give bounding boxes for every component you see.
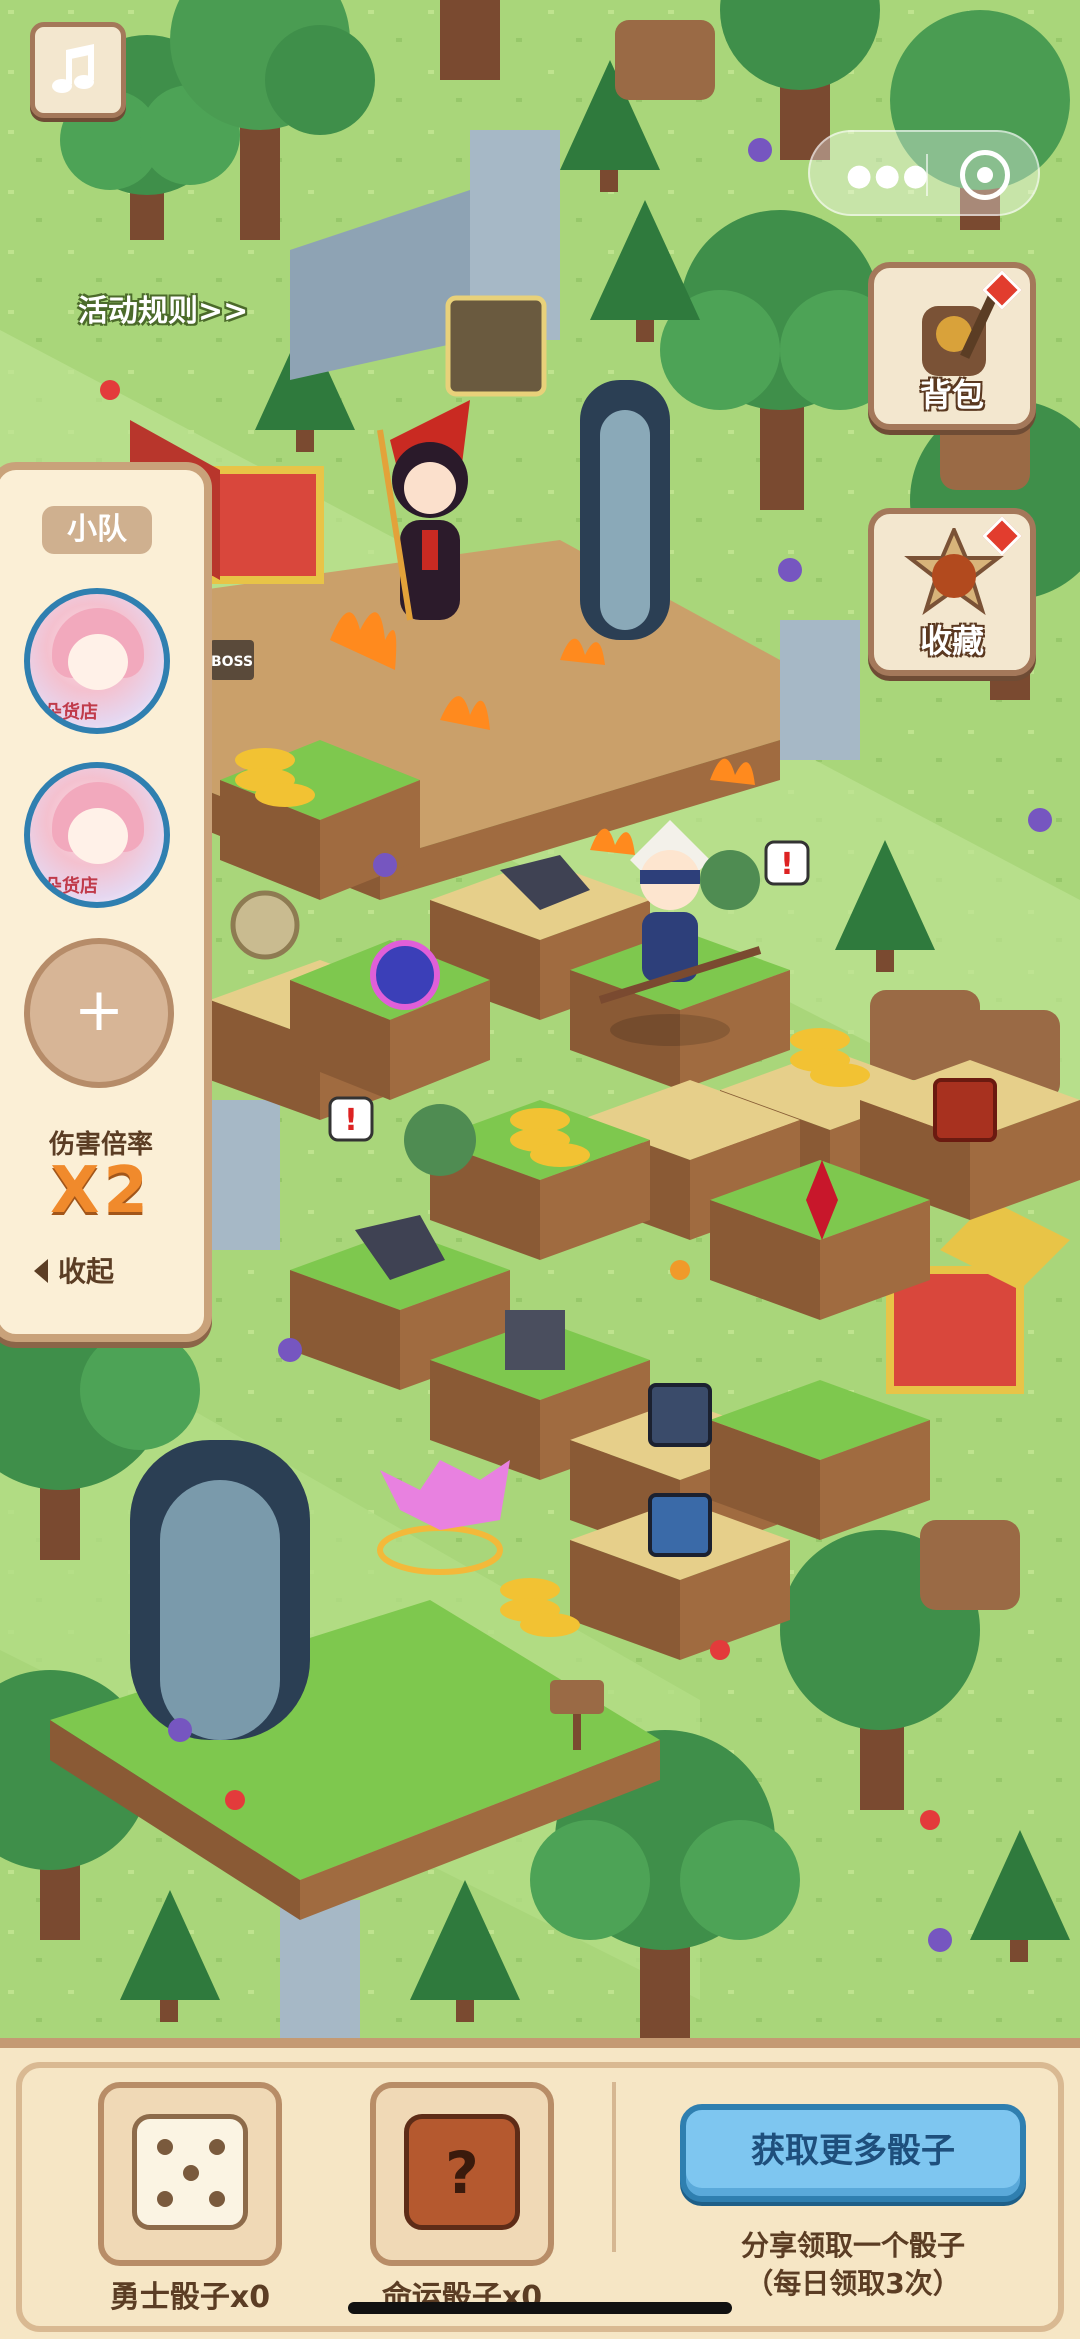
home-indicator[interactable] bbox=[348, 2302, 732, 2314]
collection-label: 收藏 bbox=[919, 622, 984, 660]
rune-coin-icon bbox=[230, 890, 300, 960]
boss-reward-card-icon bbox=[445, 295, 547, 397]
iron-ore-icon bbox=[505, 1310, 565, 1370]
get-more-dice-button[interactable]: 获取更多骰子 bbox=[680, 2104, 1026, 2202]
warrior-dice-slot[interactable] bbox=[98, 2082, 282, 2266]
team-panel: 小队 朵货店 朵货店 + 伤害倍率 X2 收起 bbox=[0, 462, 212, 1342]
collapse-label: 收起 bbox=[58, 1255, 115, 1288]
item-card-icon bbox=[648, 1383, 712, 1447]
collapse-arrow-icon bbox=[34, 1259, 48, 1283]
skill-card-icon bbox=[933, 1078, 997, 1142]
svg-text:!: ! bbox=[780, 847, 794, 882]
fate-dice-slot[interactable]: ? bbox=[370, 2082, 554, 2266]
music-toggle-button[interactable] bbox=[30, 22, 126, 118]
team-member-avatar[interactable]: 朵货店 bbox=[24, 588, 170, 734]
fate-dice-icon: ? bbox=[404, 2114, 520, 2230]
avatar-tag: 朵货店 bbox=[44, 702, 98, 723]
svg-text:BOSS: BOSS bbox=[211, 654, 253, 670]
damage-multiplier-value: X2 bbox=[50, 1154, 152, 1228]
collapse-panel-button[interactable]: 收起 bbox=[34, 1250, 114, 1290]
more-options-icon[interactable]: ●●● bbox=[846, 158, 931, 193]
team-title: 小队 bbox=[42, 506, 152, 554]
music-note-icon bbox=[52, 44, 94, 93]
avatar-face bbox=[68, 808, 128, 864]
bottom-divider bbox=[612, 2082, 616, 2252]
avatar-tag: 朵货店 bbox=[44, 876, 98, 897]
share-reward-text: 分享领取一个骰子 bbox=[740, 2229, 965, 2262]
warrior-dice-icon bbox=[132, 2114, 248, 2230]
start-portal bbox=[130, 1440, 310, 1740]
capsule-divider bbox=[926, 154, 928, 196]
magic-orb-icon bbox=[370, 940, 440, 1010]
avatar-face bbox=[68, 634, 128, 690]
boss-sign: BOSS bbox=[210, 640, 254, 680]
share-daily-limit-text: （每日领取3次） bbox=[745, 2267, 961, 2300]
backpack-button[interactable]: 背包 bbox=[868, 262, 1036, 430]
team-member-avatar[interactable]: 朵货店 bbox=[24, 762, 170, 908]
warrior-dice-count: 勇士骰子x0 bbox=[109, 2280, 271, 2315]
collection-button[interactable]: 收藏 bbox=[868, 508, 1036, 676]
activity-rules-link[interactable]: 活动规则>> bbox=[78, 286, 248, 330]
close-miniprogram-icon[interactable] bbox=[960, 150, 1010, 200]
svg-text:!: ! bbox=[344, 1103, 358, 1138]
add-member-button[interactable]: + bbox=[24, 938, 174, 1088]
backpack-label: 背包 bbox=[919, 376, 984, 414]
miniprogram-capsule: ●●● bbox=[808, 130, 1040, 216]
sword-slash-card-icon bbox=[648, 1493, 712, 1557]
